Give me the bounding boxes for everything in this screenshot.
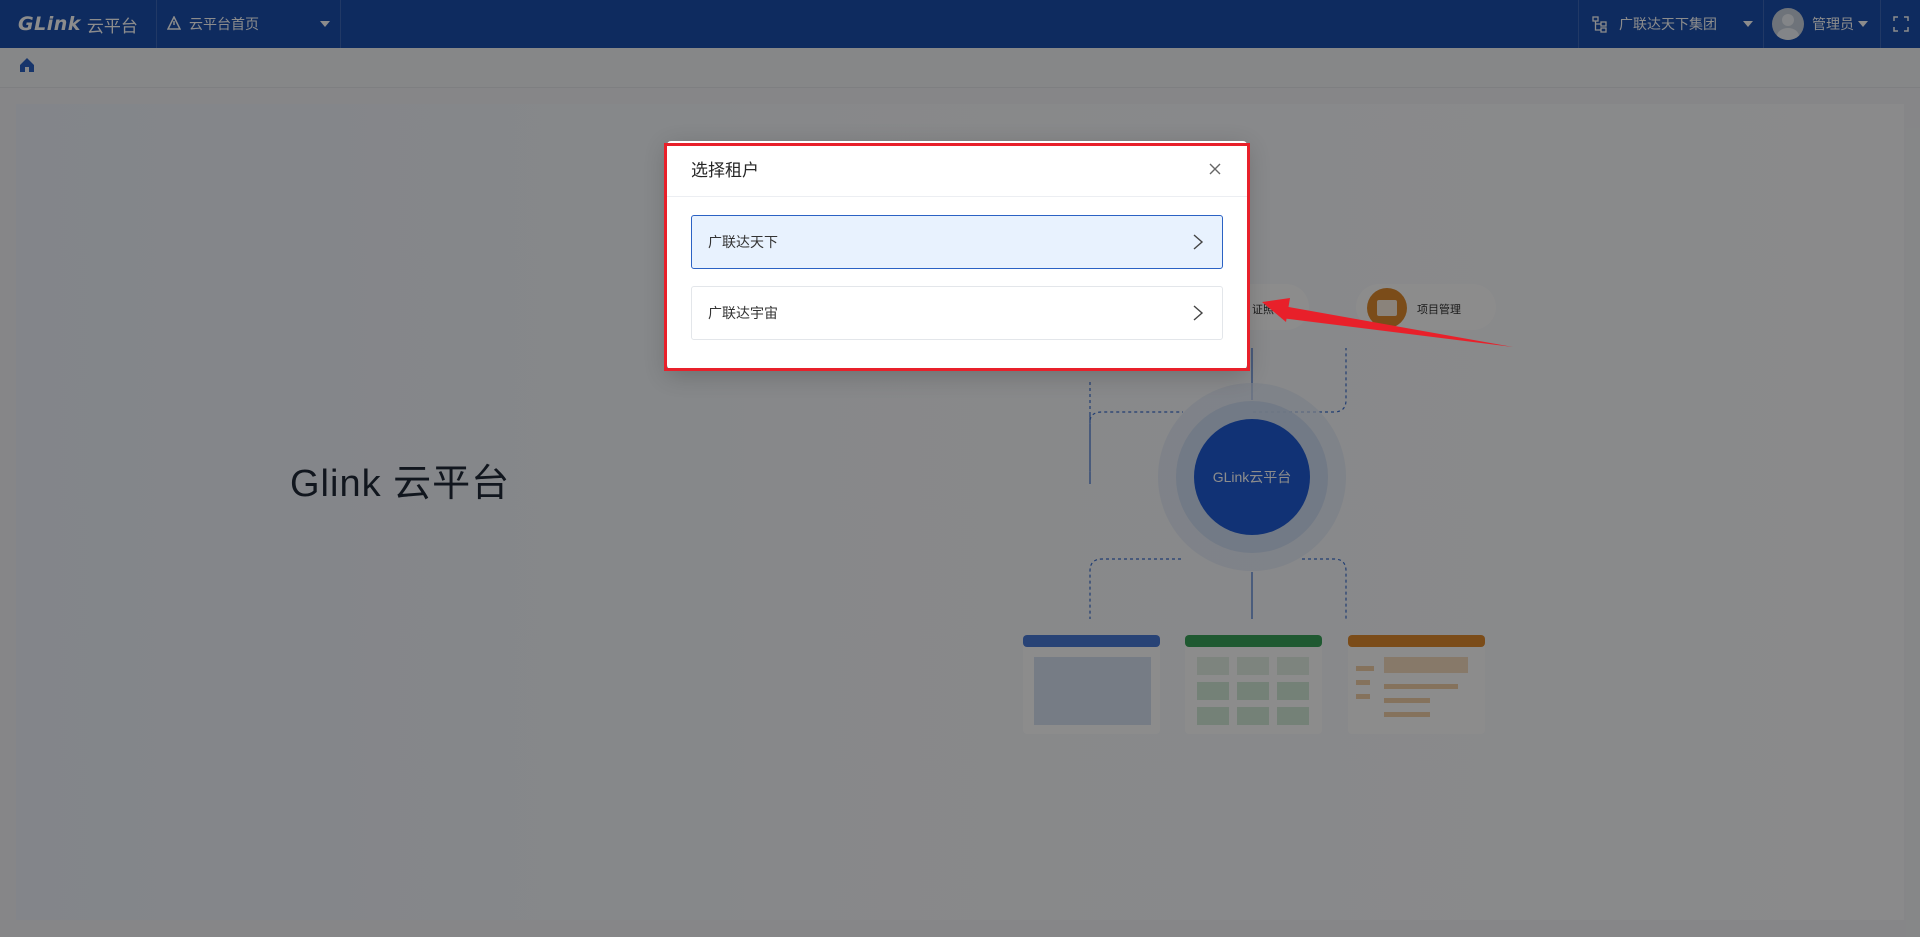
close-icon — [1209, 163, 1221, 175]
tenant-item-guanglianda-tianxia[interactable]: 广联达天下 — [691, 215, 1223, 269]
chevron-right-icon — [1193, 305, 1204, 321]
tenant-label: 广联达宇宙 — [708, 305, 778, 321]
select-tenant-dialog: 选择租户 广联达天下 广联达宇宙 — [667, 141, 1247, 369]
chevron-right-icon — [1193, 234, 1204, 250]
dialog-header: 选择租户 — [667, 141, 1247, 197]
close-button[interactable] — [1205, 159, 1225, 179]
tenant-list: 广联达天下 广联达宇宙 — [667, 197, 1247, 340]
dialog-title: 选择租户 — [691, 161, 759, 180]
tenant-item-guanglianda-yuzhou[interactable]: 广联达宇宙 — [691, 286, 1223, 340]
tenant-label: 广联达天下 — [708, 234, 778, 250]
